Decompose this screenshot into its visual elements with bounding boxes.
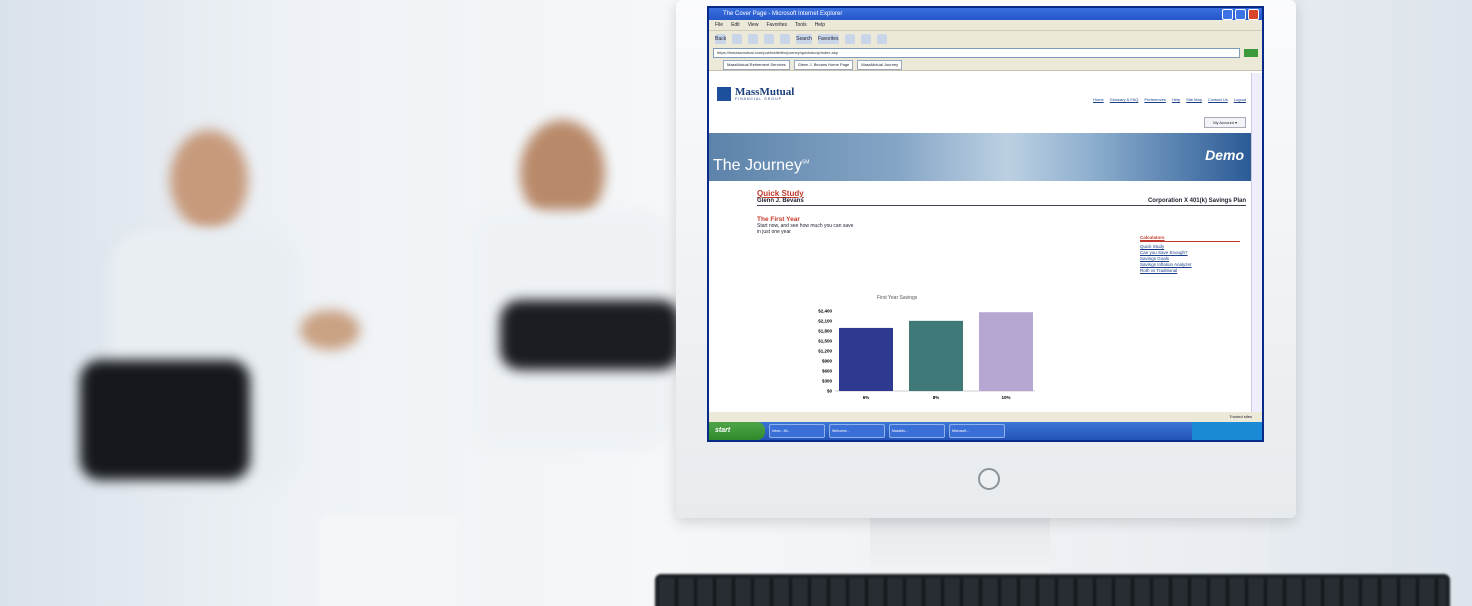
bar[interactable]	[839, 327, 893, 391]
web-page: MassMutual FINANCIAL GROUP Home Glossary…	[709, 73, 1252, 412]
y-tick-label: $1,800	[818, 329, 832, 334]
refresh-icon[interactable]	[764, 34, 775, 44]
start-button[interactable]: start	[709, 422, 765, 440]
scene: The Cover Page - Microsoft Internet Expl…	[0, 0, 1472, 606]
page-heading: Quick Study	[757, 189, 804, 198]
menu-bar: File Edit View Favorites Tools Help	[709, 20, 1262, 30]
go-button[interactable]	[1244, 49, 1258, 57]
keyboard	[655, 574, 1450, 606]
link-glossary[interactable]: Glossary & FAQ	[1110, 97, 1139, 102]
person-left-jacket	[80, 360, 250, 480]
browser-titlebar: The Cover Page - Microsoft Internet Expl…	[709, 8, 1262, 20]
intro-rest: in just one year	[757, 229, 791, 235]
chart-title: First Year Savings	[877, 295, 918, 301]
address-bar: https://ismassmutual.com/publicsite/thej…	[709, 47, 1262, 59]
back-button[interactable]: Back	[715, 34, 727, 44]
taskbar-item[interactable]: Microsoft...	[949, 424, 1005, 438]
section-heading: The First Year	[757, 216, 800, 223]
history-icon[interactable]	[844, 34, 855, 44]
menu-view[interactable]: View	[748, 20, 759, 30]
journey-banner: The JourneySM Demo	[709, 133, 1252, 181]
demo-label: Demo	[1205, 147, 1244, 163]
window-title: The Cover Page - Microsoft Internet Expl…	[723, 11, 843, 17]
menu-favorites[interactable]: Favorites	[766, 20, 787, 30]
service-mark: SM	[801, 159, 810, 166]
keyboard-keys	[659, 578, 1446, 606]
maximize-button[interactable]	[1235, 9, 1246, 20]
link-logout[interactable]: Logout	[1234, 97, 1246, 102]
search-button[interactable]: Search	[796, 34, 812, 44]
participant-name: Glenn J. Bevans	[757, 198, 804, 204]
favorites-button[interactable]: Favorites	[817, 34, 839, 44]
link-contact[interactable]: Contact Us	[1208, 97, 1228, 102]
top-links: Home Glossary & FAQ Preferences Help Sit…	[1093, 97, 1246, 102]
link-site-map[interactable]: Site Map	[1186, 97, 1202, 102]
vertical-scrollbar[interactable]	[1251, 73, 1262, 412]
handshake	[300, 310, 360, 350]
banner-title: The JourneySM	[713, 157, 810, 174]
window-controls	[1222, 9, 1259, 20]
menu-file[interactable]: File	[715, 20, 723, 30]
page-content: Quick Study Glenn J. Bevans Corporation …	[757, 189, 1246, 400]
monitor-stand	[870, 518, 1050, 578]
address-input[interactable]: https://ismassmutual.com/publicsite/thej…	[713, 48, 1240, 58]
link-help[interactable]: Help	[1172, 97, 1180, 102]
menu-edit[interactable]: Edit	[731, 20, 740, 30]
stop-icon[interactable]	[748, 34, 759, 44]
minimize-button[interactable]	[1222, 9, 1233, 20]
massmutual-logo: MassMutual FINANCIAL GROUP	[717, 87, 794, 101]
home-icon[interactable]	[780, 34, 791, 44]
taskbar-item[interactable]: MassMu...	[889, 424, 945, 438]
y-tick-label: $900	[822, 359, 833, 364]
calculators-panel: Calculators Quick Study Can you Save Eno…	[1140, 235, 1240, 274]
background-wall	[1270, 0, 1472, 606]
mail-icon[interactable]	[860, 34, 871, 44]
y-tick-label: $2,400	[818, 309, 832, 314]
y-tick-label: $1,500	[818, 339, 832, 344]
link-tab[interactable]: MassMutual Journey	[857, 59, 903, 70]
x-tick-label: 6%	[863, 395, 870, 400]
menu-help[interactable]: Help	[815, 20, 825, 30]
system-tray	[1192, 422, 1262, 440]
power-button[interactable]	[978, 468, 1000, 490]
menu-tools[interactable]: Tools	[795, 20, 807, 30]
taskbar-item[interactable]: Inbox - Mi...	[769, 424, 825, 438]
close-button[interactable]	[1248, 9, 1259, 20]
bar[interactable]	[979, 312, 1033, 391]
person-right-arm	[500, 300, 680, 370]
my-account-dropdown[interactable]: My Account ▾	[1204, 117, 1246, 128]
x-tick-label: 8%	[933, 395, 940, 400]
logo-name: MassMutual	[735, 86, 795, 98]
logo-mark-icon	[717, 87, 731, 101]
calculators-title: Calculators	[1140, 235, 1240, 242]
plan-name: Corporation X 401(k) Savings Plan	[1147, 198, 1246, 204]
taskbar: start Inbox - Mi... Welcome... MassMu...…	[709, 422, 1262, 440]
links-bar: MassMutual Retirement Services Glenn J. …	[709, 59, 1262, 71]
y-tick-label: $0	[827, 389, 833, 394]
monitor-screen: The Cover Page - Microsoft Internet Expl…	[707, 6, 1264, 442]
y-tick-label: $2,100	[818, 319, 832, 324]
person-left-head	[170, 130, 248, 230]
link-tab[interactable]: MassMutual Retirement Services	[723, 59, 790, 70]
y-tick-label: $300	[822, 379, 833, 384]
browser-toolbar: Back Search Favorites	[709, 30, 1262, 47]
bar[interactable]	[909, 320, 963, 391]
link-home[interactable]: Home	[1093, 97, 1104, 102]
participant-row: Glenn J. Bevans Corporation X 401(k) Sav…	[757, 198, 1246, 206]
savings-bar-chart: $2,400 $2,100 $1,800 $1,500 $1,200 $900 $600 $3…	[818, 309, 1035, 400]
intro-text: Start now, and see how much you can save…	[757, 223, 1057, 235]
taskbar-item[interactable]: Welcome...	[829, 424, 885, 438]
print-icon[interactable]	[876, 34, 887, 44]
y-tick-label: $1,200	[818, 349, 832, 354]
calc-link[interactable]: Roth vs Traditional	[1140, 268, 1240, 274]
x-tick-label: 10%	[1001, 395, 1010, 400]
y-tick-label: $600	[822, 369, 833, 374]
forward-button[interactable]	[732, 34, 743, 44]
security-zone: Trusted sites	[1229, 414, 1252, 419]
link-preferences[interactable]: Preferences	[1144, 97, 1166, 102]
status-bar: Trusted sites	[709, 412, 1262, 422]
coffee-cup	[318, 515, 463, 606]
link-tab[interactable]: Glenn J. Bevans Home Page	[793, 59, 854, 70]
